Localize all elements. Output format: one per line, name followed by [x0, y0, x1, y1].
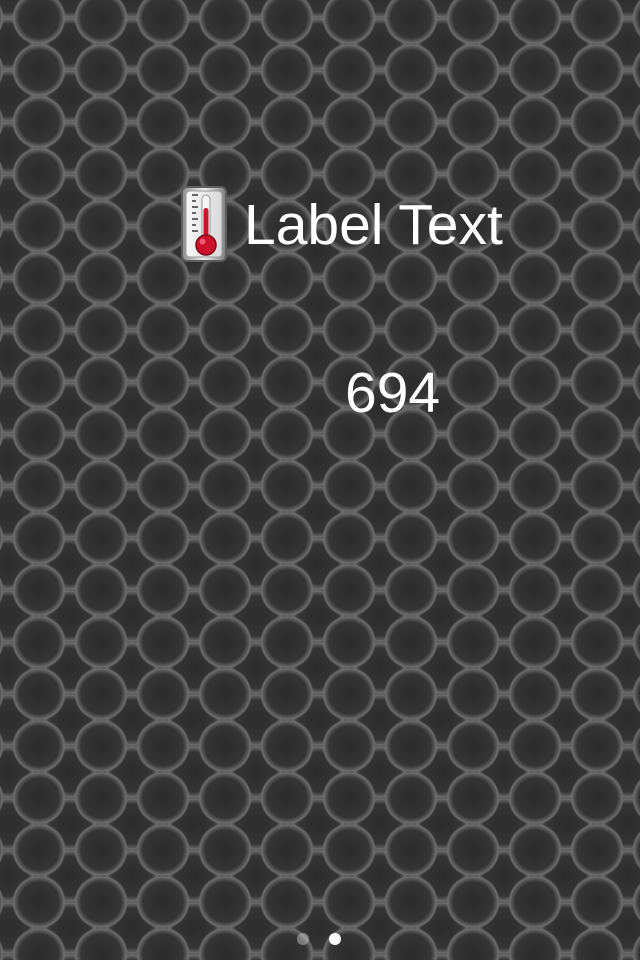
page-indicator[interactable] [297, 933, 341, 945]
thermometer-icon [181, 186, 227, 262]
page-dot-1[interactable] [297, 933, 309, 945]
title-row: Label Text [178, 185, 503, 263]
main-screen: Label Text 694 [0, 0, 640, 960]
page-dot-2[interactable] [329, 933, 341, 945]
title-label: Label Text [244, 192, 503, 257]
value-display: 694 [345, 361, 441, 425]
